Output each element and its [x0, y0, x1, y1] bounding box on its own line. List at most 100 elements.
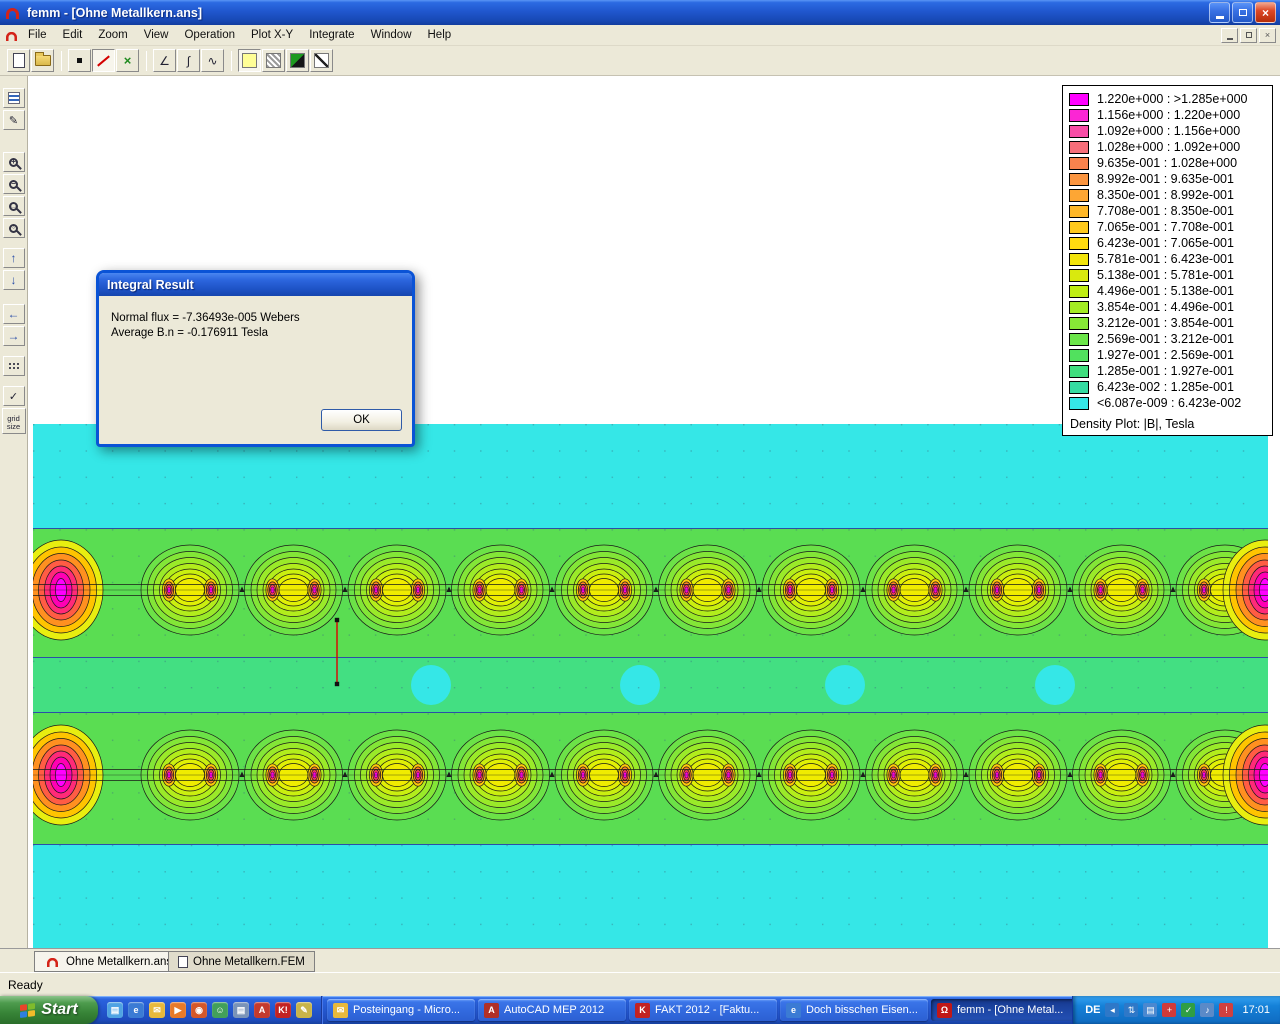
zoom-out-button[interactable]: − — [3, 174, 25, 194]
network-tray-icon[interactable]: ⇅ — [1124, 1003, 1138, 1017]
menu-plot-xy[interactable]: Plot X-Y — [243, 27, 301, 43]
language-indicator[interactable]: DE — [1085, 1004, 1100, 1016]
tab-fem-file[interactable]: Ohne Metallkern.FEM — [168, 951, 315, 972]
task-ie-button[interactable]: e Doch bisschen Eisen... — [780, 999, 928, 1021]
zoom-in-icon: + — [9, 158, 18, 167]
menu-integrate[interactable]: Integrate — [301, 27, 362, 43]
block-mode-button[interactable]: × — [116, 49, 139, 72]
close-icon: × — [1262, 6, 1269, 20]
toolbar-separator — [231, 51, 232, 71]
quicklaunch-notes-icon[interactable]: ✎ — [296, 1002, 312, 1018]
tab-ans-file[interactable]: Ohne Metallkern.ans — [34, 951, 182, 972]
quicklaunch-acrobat-icon[interactable]: A — [254, 1002, 270, 1018]
menu-help[interactable]: Help — [420, 27, 460, 43]
volume-tray-icon[interactable]: ♪ — [1200, 1003, 1214, 1017]
menu-edit[interactable]: Edit — [55, 27, 91, 43]
security-tray-icon[interactable]: ✓ — [1181, 1003, 1195, 1017]
mesh-info-button[interactable] — [3, 88, 25, 108]
open-file-button[interactable] — [31, 49, 54, 72]
edit-values-button[interactable]: ✎ — [3, 110, 25, 130]
zoom-extents-icon: ◦ — [9, 224, 18, 233]
legend-swatch — [1069, 269, 1089, 282]
quicklaunch-messenger-icon[interactable]: ☺ — [212, 1002, 228, 1018]
contour-mode-button[interactable] — [92, 49, 115, 72]
zoom-window-button[interactable]: □ — [3, 196, 25, 216]
grid-size-button[interactable]: grid size — [2, 408, 26, 434]
document-system-icon[interactable] — [6, 31, 17, 40]
legend-row: 3.212e-001 : 3.854e-001 — [1069, 315, 1268, 331]
ok-button[interactable]: OK — [321, 409, 402, 431]
quicklaunch-firefox-icon[interactable]: ◉ — [191, 1002, 207, 1018]
point-mode-icon — [77, 58, 82, 63]
legend-row: 9.635e-001 : 1.028e+000 — [1069, 155, 1268, 171]
femm-doc-icon — [47, 958, 58, 967]
menu-file[interactable]: File — [20, 27, 55, 43]
child-restore-icon — [1246, 32, 1252, 38]
antivirus-tray-icon[interactable]: + — [1162, 1003, 1176, 1017]
legend-row: 5.781e-001 : 6.423e-001 — [1069, 251, 1268, 267]
legend-row: 6.423e-001 : 7.065e-001 — [1069, 235, 1268, 251]
line-integral-button[interactable]: ∫ — [177, 49, 200, 72]
zoom-in-button[interactable]: + — [3, 152, 25, 172]
line-plot-button[interactable]: ∿ — [201, 49, 224, 72]
pan-up-button[interactable]: ↑ — [3, 248, 25, 268]
pan-right-button[interactable]: → — [3, 326, 25, 346]
angle-button[interactable]: ∠ — [153, 49, 176, 72]
pan-down-button[interactable]: ↓ — [3, 270, 25, 290]
close-button[interactable]: × — [1255, 2, 1276, 23]
dialog-title-bar[interactable]: Integral Result — [99, 273, 412, 296]
legend-row: 4.496e-001 : 5.138e-001 — [1069, 283, 1268, 299]
menu-zoom[interactable]: Zoom — [90, 27, 135, 43]
legend-row: 1.028e+000 : 1.092e+000 — [1069, 139, 1268, 155]
restore-icon — [1239, 9, 1247, 16]
flux-lines-icon — [242, 53, 257, 68]
flux-lines-plot-button[interactable] — [238, 49, 261, 72]
dialog-result-line: Normal flux = -7.36493e-005 Webers — [111, 311, 400, 326]
restore-button[interactable] — [1232, 2, 1253, 23]
density-plot-button[interactable] — [262, 49, 285, 72]
legend-swatch — [1069, 205, 1089, 218]
task-outlook-button[interactable]: ✉ Posteingang - Micro... — [327, 999, 475, 1021]
task-femm-button[interactable]: Ω femm - [Ohne Metal... — [931, 999, 1072, 1021]
vector-plot-icon — [290, 53, 305, 68]
menu-operation[interactable]: Operation — [176, 27, 243, 43]
legend-row: 1.927e-001 : 2.569e-001 — [1069, 347, 1268, 363]
pencil-icon: ✎ — [9, 114, 18, 127]
document-tab-bar: Ohne Metallkern.ans Ohne Metallkern.FEM — [0, 948, 1280, 972]
show-grid-button[interactable] — [3, 356, 25, 376]
legend-swatch — [1069, 333, 1089, 346]
quicklaunch-fakt-icon[interactable]: K! — [275, 1002, 291, 1018]
child-close-icon: × — [1265, 30, 1270, 40]
legend-row: 5.138e-001 : 5.781e-001 — [1069, 267, 1268, 283]
point-values-button[interactable] — [68, 49, 91, 72]
hide-icons-chevron[interactable]: ◂ — [1105, 1003, 1119, 1017]
zoom-extents-button[interactable]: ◦ — [3, 218, 25, 238]
legend-swatch — [1069, 125, 1089, 138]
display-tray-icon[interactable]: ▤ — [1143, 1003, 1157, 1017]
menu-view[interactable]: View — [136, 27, 177, 43]
vector-plot-button[interactable] — [286, 49, 309, 72]
density-plot-canvas[interactable] — [33, 424, 1268, 948]
child-restore-button[interactable] — [1240, 28, 1257, 43]
legend-swatch — [1069, 93, 1089, 106]
task-autocad-button[interactable]: A AutoCAD MEP 2012 — [478, 999, 626, 1021]
alert-tray-icon[interactable]: ! — [1219, 1003, 1233, 1017]
pan-left-button[interactable]: ← — [3, 304, 25, 324]
quicklaunch-media-player-icon[interactable]: ▶ — [170, 1002, 186, 1018]
snap-grid-button[interactable]: ✓ — [3, 386, 25, 406]
internet-explorer-icon: e — [786, 1003, 801, 1018]
new-file-button[interactable] — [7, 49, 30, 72]
quicklaunch-outlook-icon[interactable]: ✉ — [149, 1002, 165, 1018]
minimize-button[interactable] — [1209, 2, 1230, 23]
child-minimize-button[interactable] — [1221, 28, 1238, 43]
femm-icon: Ω — [937, 1003, 952, 1018]
quickla​unch-show-desktop-icon[interactable]: ▤ — [107, 1002, 123, 1018]
quicklaunch-ie-icon[interactable]: e — [128, 1002, 144, 1018]
xy-plot-button[interactable] — [310, 49, 333, 72]
child-close-button[interactable]: × — [1259, 28, 1276, 43]
start-button[interactable]: Start — [0, 996, 98, 1024]
quicklaunch-explorer-icon[interactable]: ▤ — [233, 1002, 249, 1018]
task-fakt-button[interactable]: K FAKT 2012 - [Faktu... — [629, 999, 777, 1021]
menu-window[interactable]: Window — [363, 27, 420, 43]
legend-row: 1.285e-001 : 1.927e-001 — [1069, 363, 1268, 379]
